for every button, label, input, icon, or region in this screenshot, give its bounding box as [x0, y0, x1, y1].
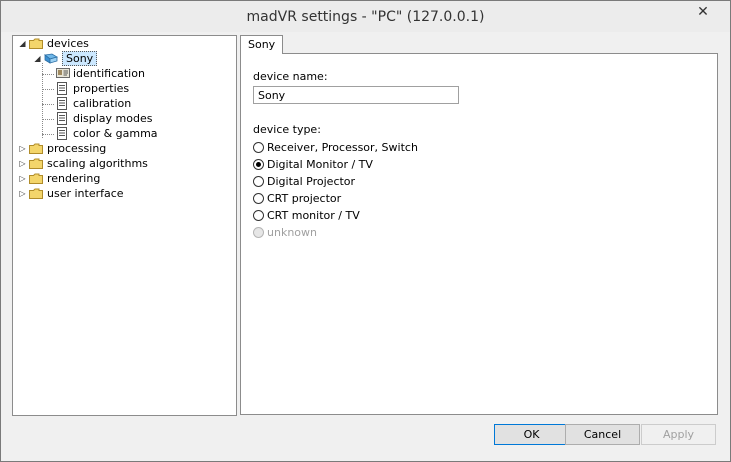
- tree-item-scaling-algorithms[interactable]: ▷ scaling algorithms: [18, 156, 148, 171]
- cancel-button[interactable]: Cancel: [565, 424, 640, 445]
- tree-label-display-modes: display modes: [73, 112, 153, 125]
- settings-window: madVR settings - "PC" (127.0.0.1) ✕ ◢ de…: [0, 0, 731, 462]
- device-type-label: device type:: [253, 123, 321, 136]
- settings-page: Sony device name: Sony device type: Rece…: [240, 35, 718, 415]
- radio-button[interactable]: [253, 142, 264, 153]
- tree-item-color-gamma[interactable]: color & gamma: [56, 126, 158, 141]
- radio-unknown: unknown: [253, 225, 317, 240]
- folder-icon: [29, 173, 43, 184]
- device-name-input[interactable]: Sony: [253, 86, 459, 104]
- expand-icon[interactable]: ▷: [18, 174, 27, 183]
- monitor-icon: [44, 53, 58, 64]
- tree-label-rendering: rendering: [47, 172, 101, 185]
- document-icon: [56, 82, 68, 95]
- tree-item-devices[interactable]: ◢ devices: [18, 36, 89, 51]
- radio-receiver-processor-switch[interactable]: Receiver, Processor, Switch: [253, 140, 418, 155]
- document-icon: [56, 97, 68, 110]
- radio-crt-monitor-tv[interactable]: CRT monitor / TV: [253, 208, 360, 223]
- tree-connector: [42, 89, 54, 90]
- radio-button[interactable]: [253, 210, 264, 221]
- tree-label-scaling-algorithms: scaling algorithms: [47, 157, 148, 170]
- radio-label: Digital Projector: [267, 175, 356, 188]
- document-icon: [56, 127, 68, 140]
- tree-label-processing: processing: [47, 142, 107, 155]
- client-area: ◢ devices ◢ Sony identification properti…: [9, 32, 722, 453]
- tree-item-user-interface[interactable]: ▷ user interface: [18, 186, 124, 201]
- radio-digital-monitor-tv[interactable]: Digital Monitor / TV: [253, 157, 373, 172]
- tree-item-rendering[interactable]: ▷ rendering: [18, 171, 100, 186]
- id-card-icon: [56, 67, 70, 80]
- apply-button: Apply: [641, 424, 716, 445]
- tree-item-display-modes[interactable]: display modes: [56, 111, 152, 126]
- tab-sony[interactable]: Sony: [240, 35, 284, 54]
- tree-item-calibration[interactable]: calibration: [56, 96, 131, 111]
- expand-icon[interactable]: ▷: [18, 144, 27, 153]
- tree-item-identification[interactable]: identification: [56, 66, 145, 81]
- folder-icon: [29, 158, 43, 169]
- tree-label-properties: properties: [73, 82, 130, 95]
- radio-label: Receiver, Processor, Switch: [267, 141, 418, 154]
- folder-open-icon: [29, 38, 43, 49]
- expand-icon[interactable]: ▷: [18, 159, 27, 168]
- tree-label-devices: devices: [47, 37, 89, 50]
- folder-icon: [29, 143, 43, 154]
- radio-label: CRT projector: [267, 192, 342, 205]
- radio-crt-projector[interactable]: CRT projector: [253, 191, 341, 206]
- radio-label: CRT monitor / TV: [267, 209, 360, 222]
- tree-label-color-gamma: color & gamma: [73, 127, 158, 140]
- tree-item-processing[interactable]: ▷ processing: [18, 141, 106, 156]
- radio-button[interactable]: [253, 193, 264, 204]
- close-icon: ✕: [697, 4, 709, 20]
- document-icon: [56, 112, 68, 125]
- tree-connector: [42, 74, 54, 75]
- tree-label-identification: identification: [73, 67, 145, 80]
- ok-button[interactable]: OK: [494, 424, 569, 445]
- tree-label-sony: Sony: [62, 51, 98, 66]
- radio-label: unknown: [267, 226, 317, 239]
- tree-item-sony[interactable]: ◢ Sony: [33, 51, 98, 66]
- collapse-icon[interactable]: ◢: [33, 54, 42, 63]
- radio-button-checked[interactable]: [253, 159, 264, 170]
- tree-item-properties[interactable]: properties: [56, 81, 129, 96]
- window-title: madVR settings - "PC" (127.0.0.1): [246, 9, 485, 25]
- radio-button-disabled: [253, 227, 264, 238]
- radio-digital-projector[interactable]: Digital Projector: [253, 174, 355, 189]
- tree-label-calibration: calibration: [73, 97, 132, 110]
- radio-label: Digital Monitor / TV: [267, 158, 373, 171]
- settings-tree[interactable]: ◢ devices ◢ Sony identification properti…: [12, 35, 237, 416]
- radio-button[interactable]: [253, 176, 264, 187]
- tab-content: device name: Sony device type: Receiver,…: [240, 53, 718, 415]
- title-bar[interactable]: madVR settings - "PC" (127.0.0.1) ✕: [1, 1, 730, 32]
- expand-icon[interactable]: ▷: [18, 189, 27, 198]
- collapse-icon[interactable]: ◢: [18, 39, 27, 48]
- tree-connector: [42, 134, 54, 135]
- tree-label-user-interface: user interface: [47, 187, 124, 200]
- device-name-label: device name:: [253, 70, 328, 83]
- folder-icon: [29, 188, 43, 199]
- tree-connector: [42, 104, 54, 105]
- tree-connector: [42, 119, 54, 120]
- close-button[interactable]: ✕: [681, 2, 725, 22]
